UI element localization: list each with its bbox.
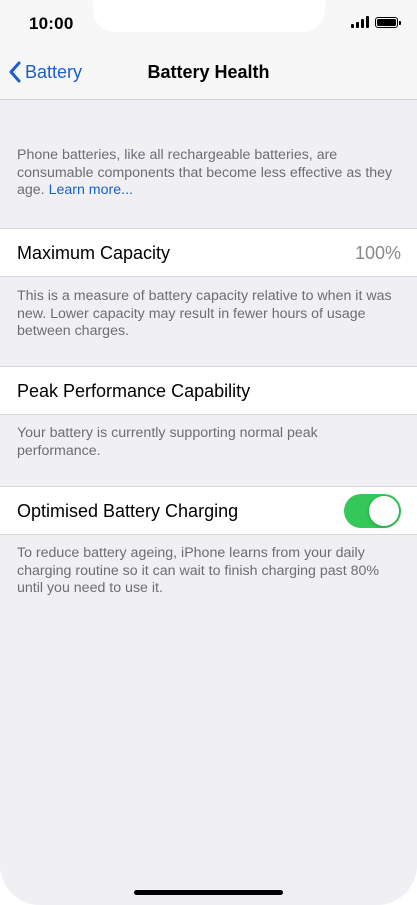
optimised-charging-toggle[interactable] (344, 494, 401, 528)
maximum-capacity-label: Maximum Capacity (17, 243, 171, 263)
battery-icon (375, 17, 401, 28)
phone-screen: 10:00 Battery Battery Health Phone batte… (0, 0, 417, 905)
optimised-charging-label: Optimised Battery Charging (17, 501, 239, 521)
peak-performance-footnote: Your battery is currently supporting nor… (17, 425, 318, 459)
status-icons (351, 16, 401, 28)
learn-more-link[interactable]: Learn more... (49, 182, 133, 198)
intro-text: Phone batteries, like all rechargeable b… (17, 147, 397, 200)
maximum-capacity-footnote: This is a measure of battery capacity re… (17, 288, 392, 339)
optimised-charging-footnote: To reduce battery ageing, iPhone learns … (17, 545, 379, 596)
status-bar: 10:00 (0, 0, 417, 48)
cellular-signal-icon (351, 16, 369, 28)
maximum-capacity-value: 100% (354, 243, 401, 263)
home-indicator[interactable] (134, 890, 283, 895)
maximum-capacity-row: Maximum Capacity 100% (0, 228, 417, 277)
peak-performance-label: Peak Performance Capability (17, 381, 251, 401)
toggle-knob (369, 496, 399, 526)
notch (93, 0, 325, 32)
navigation-bar: Battery Battery Health (0, 48, 417, 100)
status-time: 10:00 (29, 14, 74, 33)
peak-performance-row: Peak Performance Capability (0, 366, 417, 415)
page-title: Battery Health (147, 62, 270, 82)
optimised-charging-row: Optimised Battery Charging (0, 486, 417, 535)
